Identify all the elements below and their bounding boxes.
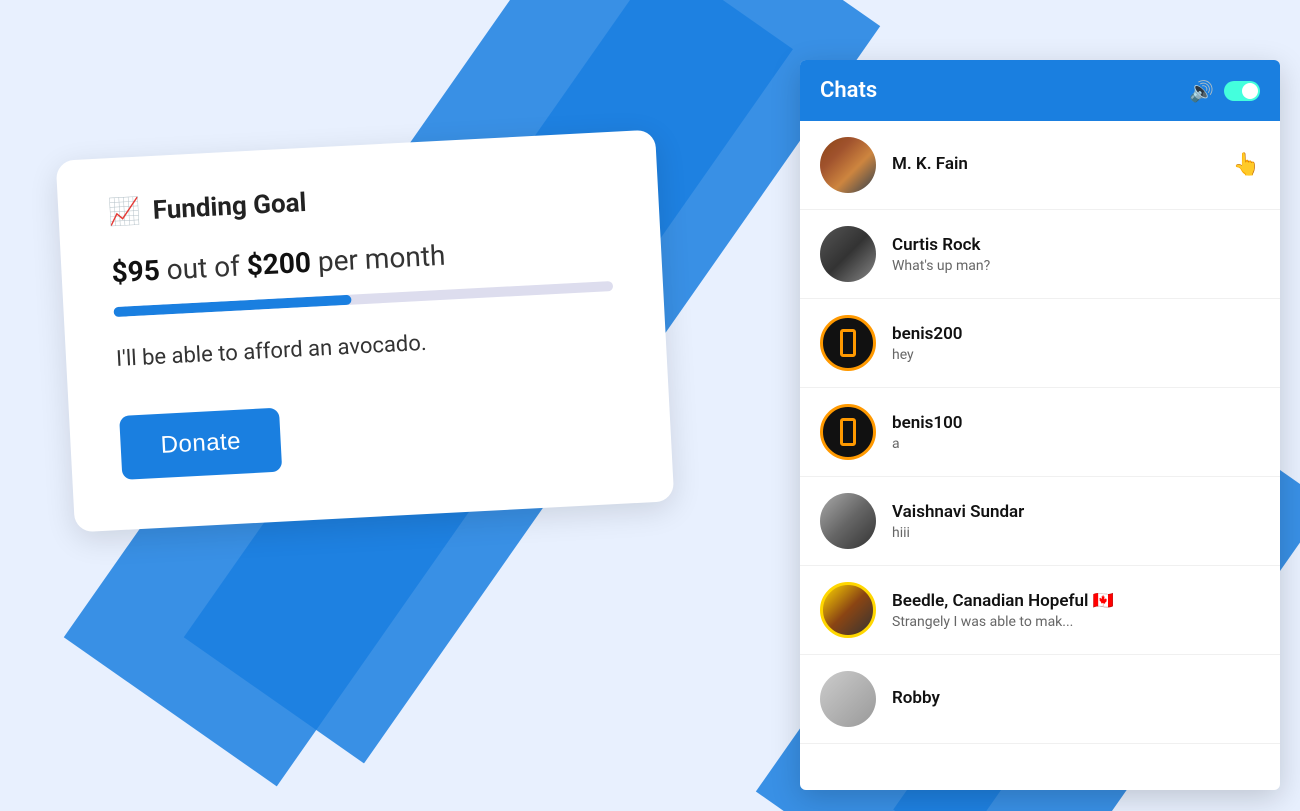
cursor-hand-icon: 👆	[1233, 153, 1260, 178]
chats-header: Chats 🔊	[800, 60, 1280, 121]
avatar-beedle	[820, 582, 876, 638]
chat-info-mk-fain: M. K. Fain	[892, 154, 1260, 177]
chats-panel: Chats 🔊 M. K. Fain 👆 Curtis Rock Wha	[800, 60, 1280, 790]
funding-card: 📈 Funding Goal $95 out of $200 per month…	[56, 130, 675, 533]
chat-item-beedle[interactable]: Beedle, Canadian Hopeful 🇨🇦 Strangely I …	[800, 566, 1280, 655]
chat-item-robby[interactable]: Robby	[800, 655, 1280, 744]
funding-amount: $95 out of $200 per month	[111, 230, 612, 289]
avatar-benis200	[820, 315, 876, 371]
chat-info-vaishnavi: Vaishnavi Sundar hiii	[892, 502, 1260, 541]
chats-header-icons: 🔊	[1189, 79, 1260, 103]
chat-info-benis200: benis200 hey	[892, 324, 1260, 363]
chat-info-robby: Robby	[892, 688, 1260, 711]
chat-preview-curtis-rock: What's up man?	[892, 258, 1260, 274]
chat-item-curtis-rock[interactable]: Curtis Rock What's up man?	[800, 210, 1280, 299]
funding-title-text: Funding Goal	[152, 188, 307, 226]
chat-name-vaishnavi: Vaishnavi Sundar	[892, 502, 1260, 522]
funding-current: $95	[111, 254, 161, 289]
avatar-mk-fain	[820, 137, 876, 193]
progress-bar-track	[113, 281, 613, 317]
speaker-icon[interactable]: 🔊	[1189, 79, 1214, 103]
funding-goal: $200	[246, 246, 312, 282]
chat-info-benis100: benis100 a	[892, 413, 1260, 452]
chat-name-mk-fain: M. K. Fain	[892, 154, 1260, 174]
donate-button[interactable]: Donate	[119, 407, 283, 479]
chats-list[interactable]: M. K. Fain 👆 Curtis Rock What's up man? …	[800, 121, 1280, 790]
chart-icon: 📈	[108, 197, 142, 229]
benis-icon-2	[840, 418, 856, 446]
chat-name-beedle: Beedle, Canadian Hopeful 🇨🇦	[892, 591, 1260, 611]
avatar-benis100	[820, 404, 876, 460]
chat-preview-vaishnavi: hiii	[892, 525, 1260, 541]
chat-preview-benis200: hey	[892, 347, 1260, 363]
chat-name-benis100: benis100	[892, 413, 1260, 433]
funding-suffix: per month	[317, 239, 446, 279]
progress-bar-fill	[113, 295, 351, 317]
chat-item-vaishnavi[interactable]: Vaishnavi Sundar hiii	[800, 477, 1280, 566]
funding-separator: out of	[166, 249, 248, 286]
chat-name-robby: Robby	[892, 688, 1260, 708]
avatar-vaishnavi	[820, 493, 876, 549]
avatar-robby	[820, 671, 876, 727]
avatar-curtis-rock	[820, 226, 876, 282]
benis-icon	[840, 329, 856, 357]
chat-preview-beedle: Strangely I was able to mak...	[892, 614, 1260, 630]
chat-info-curtis-rock: Curtis Rock What's up man?	[892, 235, 1260, 274]
toggle-icon[interactable]	[1224, 81, 1260, 101]
chat-name-curtis-rock: Curtis Rock	[892, 235, 1260, 255]
chat-preview-benis100: a	[892, 436, 1260, 452]
funding-title: 📈 Funding Goal	[108, 172, 609, 228]
funding-description: I'll be able to afford an avocado.	[115, 319, 616, 376]
chat-item-mk-fain[interactable]: M. K. Fain 👆	[800, 121, 1280, 210]
chat-item-benis200[interactable]: benis200 hey	[800, 299, 1280, 388]
chat-name-benis200: benis200	[892, 324, 1260, 344]
chat-info-beedle: Beedle, Canadian Hopeful 🇨🇦 Strangely I …	[892, 591, 1260, 630]
chat-item-benis100[interactable]: benis100 a	[800, 388, 1280, 477]
chats-title: Chats	[820, 78, 877, 103]
